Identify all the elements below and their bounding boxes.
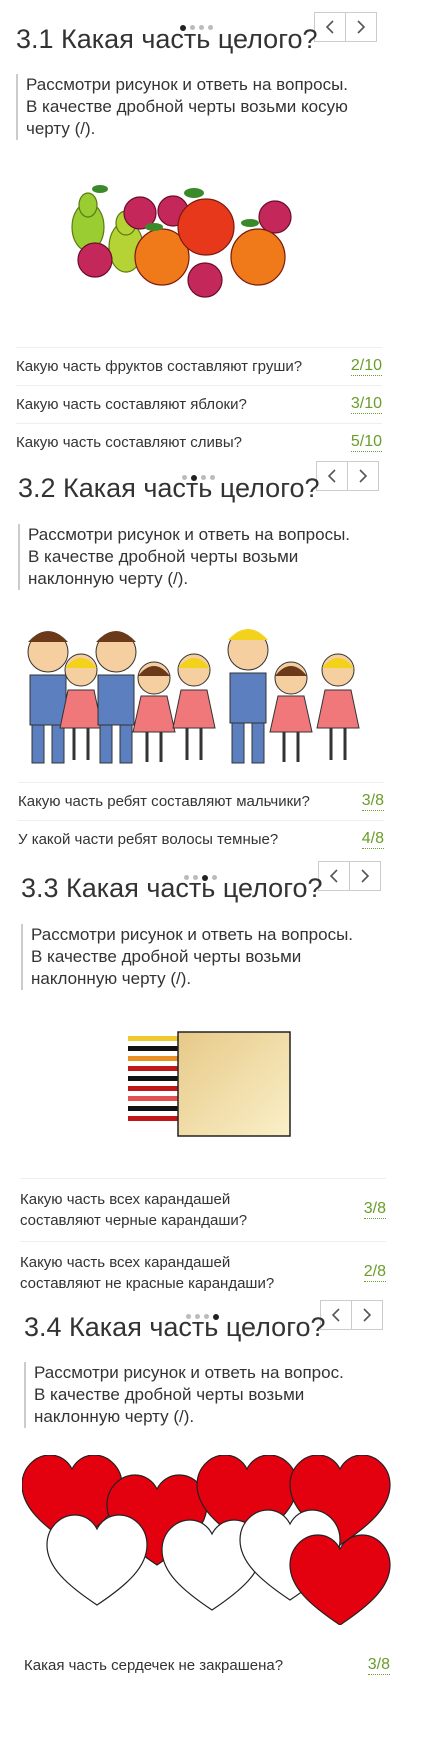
answer-field[interactable]: 2/8 xyxy=(363,1263,386,1282)
answer-field[interactable]: 3/8 xyxy=(367,1656,390,1675)
exercise-instruction: Рассмотри рисунок и ответь на вопросы. В… xyxy=(21,924,353,990)
question-text: Какую часть составляют яблоки? xyxy=(16,396,247,413)
question-line: составляют черные карандаши? xyxy=(20,1211,248,1229)
question-row: Какую часть всех карандашей составляют н… xyxy=(20,1241,386,1303)
instruction-line: В качестве дробной черты возьми xyxy=(28,547,299,566)
next-button[interactable] xyxy=(347,461,379,491)
exercise-title: 3.3 Какая часть целого? xyxy=(21,873,323,903)
instruction-line: В качестве дробной черты возьми xyxy=(31,947,302,966)
next-button[interactable] xyxy=(349,861,381,891)
question-text: Какую часть фруктов составляют груши? xyxy=(16,358,303,375)
chevron-left-icon xyxy=(331,1308,340,1322)
chevron-right-icon xyxy=(359,469,368,483)
question-line: Какую часть всех карандашей xyxy=(20,1190,231,1208)
pencils-image xyxy=(128,1031,291,1137)
answer-field[interactable]: 2/10 xyxy=(350,357,382,376)
exercise-3-1: 3.1 Какая часть целого? Рассмотри рисуно… xyxy=(0,0,438,460)
instruction-line: Рассмотри рисунок и ответь на вопросы. xyxy=(26,75,349,94)
question-row: Какую часть составляют сливы? 5/10 xyxy=(16,423,382,461)
question-row: Какую часть ребят составляют мальчики? 3… xyxy=(18,782,384,820)
question-line: Какую часть всех карандашей xyxy=(20,1253,231,1271)
question-row: Какую часть фруктов составляют груши? 2/… xyxy=(16,347,382,385)
answer-field[interactable]: 3/8 xyxy=(361,792,384,811)
chevron-right-icon xyxy=(361,869,370,883)
question-text: Какую часть ребят составляют мальчики? xyxy=(18,793,310,810)
prev-button[interactable] xyxy=(316,461,348,491)
exercise-title: 3.2 Какая часть целого? xyxy=(18,473,320,503)
question-text: Какую часть всех карандашей составляют н… xyxy=(20,1252,274,1294)
next-button[interactable] xyxy=(345,12,377,42)
slide-navigation xyxy=(314,12,377,42)
instruction-line: Рассмотри рисунок и ответь на вопросы. xyxy=(31,925,354,944)
exercise-instruction: Рассмотри рисунок и ответь на вопросы. В… xyxy=(18,524,350,590)
hearts-image xyxy=(22,1455,391,1625)
instruction-line: наклонную черту (/). xyxy=(34,1407,195,1426)
exercise-3-2: 3.2 Какая часть целого? Рассмотри рисуно… xyxy=(0,460,438,860)
answer-field[interactable]: 5/10 xyxy=(350,433,382,452)
next-button[interactable] xyxy=(351,1300,383,1330)
slide-navigation xyxy=(320,1300,383,1330)
question-row: Какую часть составляют яблоки? 3/10 xyxy=(16,385,382,423)
answer-field[interactable]: 3/8 xyxy=(363,1200,386,1219)
slide-navigation xyxy=(318,861,381,891)
chevron-left-icon xyxy=(325,20,334,34)
question-text: Какая часть сердечек не закрашена? xyxy=(24,1656,284,1674)
question-text: Какую часть всех карандашей составляют ч… xyxy=(20,1189,247,1231)
question-text: У какой части ребят волосы темные? xyxy=(18,831,279,848)
exercise-instruction: Рассмотри рисунок и ответь на вопрос. В … xyxy=(24,1362,344,1428)
chevron-right-icon xyxy=(363,1308,372,1322)
fruits-image xyxy=(71,185,292,298)
exercise-title: 3.1 Какая часть целого? xyxy=(16,24,318,54)
exercise-3-4: 3.4 Какая часть целого? Рассмотри рисуно… xyxy=(0,1300,438,1748)
answer-field[interactable]: 3/10 xyxy=(350,395,382,414)
chevron-left-icon xyxy=(327,469,336,483)
slide-navigation xyxy=(316,461,379,491)
instruction-line: наклонную черту (/). xyxy=(28,569,189,588)
question-row: Какую часть всех карандашей составляют ч… xyxy=(20,1178,386,1240)
instruction-line: Рассмотри рисунок и ответь на вопрос. xyxy=(34,1363,344,1382)
exercise-3-3: 3.3 Какая часть целого? Рассмотри рисуно… xyxy=(0,860,438,1300)
exercise-instruction: Рассмотри рисунок и ответь на вопросы. В… xyxy=(16,74,348,140)
prev-button[interactable] xyxy=(314,12,346,42)
question-line: составляют не красные карандаши? xyxy=(20,1274,275,1292)
chevron-right-icon xyxy=(357,20,366,34)
question-text: Какую часть составляют сливы? xyxy=(16,434,242,451)
prev-button[interactable] xyxy=(318,861,350,891)
instruction-line: В качестве дробной черты возьми xyxy=(34,1385,305,1404)
instruction-line: черту (/). xyxy=(26,119,96,138)
exercise-title: 3.4 Какая часть целого? xyxy=(24,1312,326,1342)
children-image xyxy=(27,629,360,764)
instruction-line: Рассмотри рисунок и ответь на вопросы. xyxy=(28,525,351,544)
instruction-line: В качестве дробной черты возьми косую xyxy=(26,97,348,116)
question-row: Какая часть сердечек не закрашена? 3/8 xyxy=(24,1646,390,1684)
chevron-left-icon xyxy=(329,869,338,883)
answer-field[interactable]: 4/8 xyxy=(361,830,384,849)
question-row: У какой части ребят волосы темные? 4/8 xyxy=(18,820,384,858)
instruction-line: наклонную черту (/). xyxy=(31,969,192,988)
